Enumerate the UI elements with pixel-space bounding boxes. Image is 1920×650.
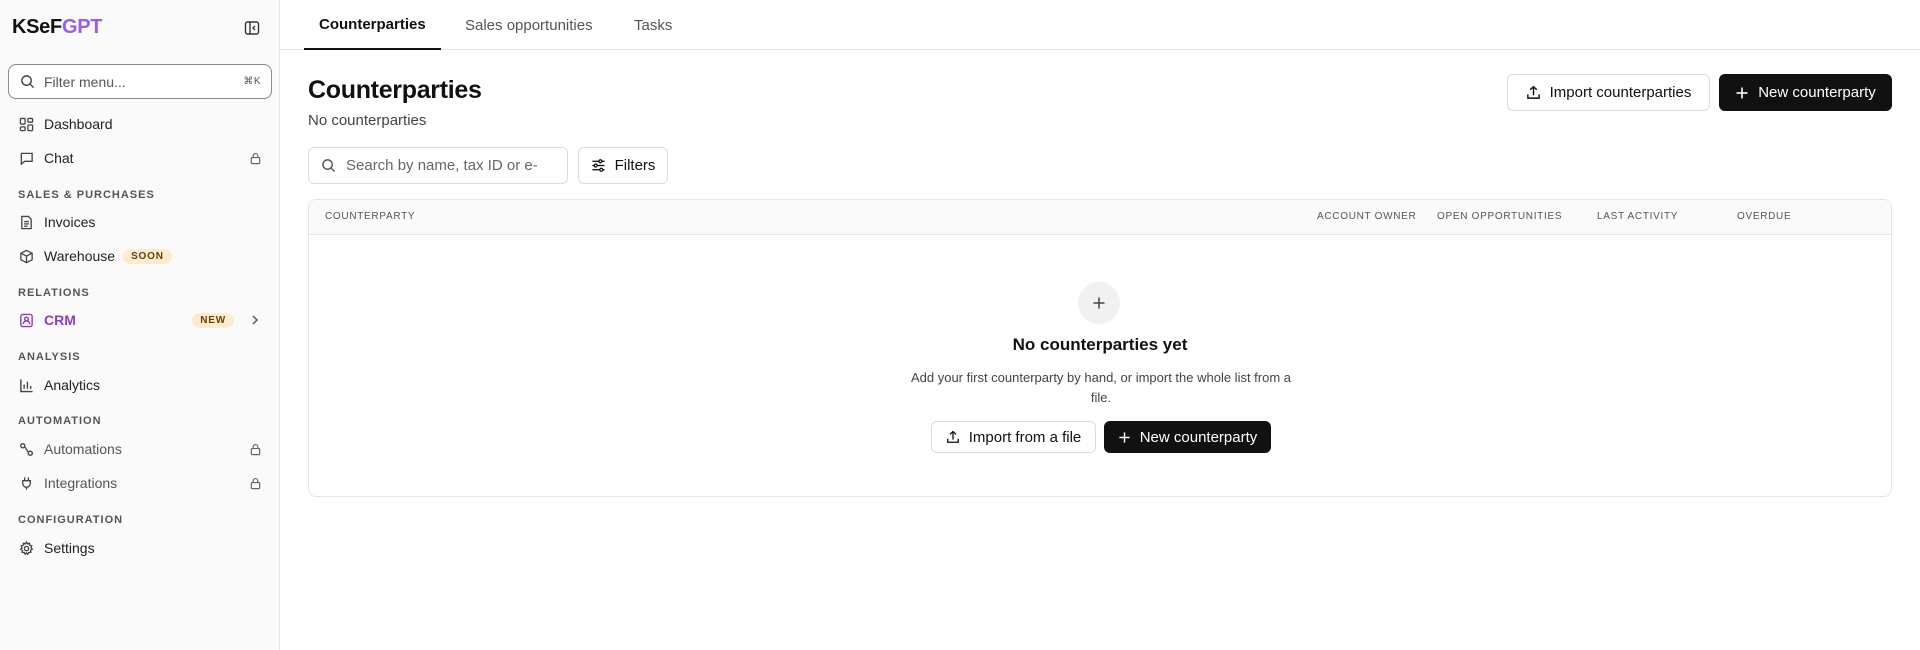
column-last-activity[interactable]: LAST ACTIVITY [1597, 211, 1678, 222]
contact-icon [18, 312, 34, 328]
sidebar-item-integrations[interactable]: Integrations [8, 468, 272, 498]
filter-menu-field[interactable]: ⌘K [8, 64, 272, 99]
new-badge: NEW [192, 312, 234, 328]
grid-icon [18, 116, 34, 132]
column-open-opportunities[interactable]: OPEN OPPORTUNITIES [1437, 211, 1562, 222]
empty-state-title: No counterparties yet [1012, 335, 1188, 354]
bar-chart-icon [18, 377, 34, 393]
section-automation: AUTOMATION [18, 415, 102, 427]
upload-icon [946, 430, 960, 444]
tab-tasks[interactable]: Tasks [633, 0, 673, 50]
new-counterparty-button[interactable]: New counterparty [1719, 74, 1892, 111]
column-overdue[interactable]: OVERDUE [1737, 211, 1791, 222]
page-subtitle: No counterparties [308, 112, 427, 129]
column-counterparty[interactable]: COUNTERPARTY [325, 211, 415, 222]
workflow-icon [18, 441, 34, 457]
import-from-file-label: Import from a file [968, 428, 1082, 446]
document-icon [18, 214, 34, 230]
search-icon [321, 158, 336, 173]
tab-sales-opportunities[interactable]: Sales opportunities [464, 0, 594, 50]
sidebar-item-crm[interactable]: CRM NEW [8, 305, 272, 335]
sidebar-item-label: Integrations [44, 475, 118, 491]
filter-menu-input[interactable] [44, 73, 244, 90]
empty-new-counterparty-label: New counterparty [1139, 428, 1258, 446]
plus-icon [1735, 86, 1749, 100]
search-icon [20, 74, 35, 89]
section-analysis: ANALYSIS [18, 351, 81, 363]
sidebar-item-label: Automations [44, 441, 122, 457]
sidebar-item-label: Dashboard [44, 116, 113, 132]
lock-icon [249, 443, 262, 456]
gear-icon [18, 540, 34, 556]
table-header: COUNTERPARTY ACCOUNT OWNER OPEN OPPORTUN… [309, 200, 1891, 235]
plus-icon [1118, 431, 1131, 444]
sidebar-item-automations[interactable]: Automations [8, 434, 272, 464]
section-configuration: CONFIGURATION [18, 514, 124, 526]
sidebar-item-dashboard[interactable]: Dashboard [8, 109, 272, 139]
search-field[interactable] [308, 147, 568, 184]
import-from-file-button[interactable]: Import from a file [931, 421, 1096, 453]
sidebar-item-label: Chat [44, 150, 74, 166]
plug-icon [18, 475, 34, 491]
sidebar: KSeFGPT ⌘K Dashboard Chat SALES & PURCHA… [0, 0, 280, 650]
filters-label: Filters [614, 157, 656, 174]
filters-button[interactable]: Filters [578, 147, 668, 184]
new-counterparty-label: New counterparty [1758, 84, 1876, 101]
logo-accent: GPT [61, 16, 103, 38]
sidebar-item-analytics[interactable]: Analytics [8, 370, 272, 400]
lock-icon [249, 152, 262, 165]
sidebar-item-settings[interactable]: Settings [8, 533, 272, 563]
box-icon [18, 248, 34, 264]
sidebar-item-label: CRM [44, 312, 76, 328]
filter-shortcut: ⌘K [243, 76, 261, 87]
sidebar-item-label: Settings [44, 540, 95, 556]
section-relations: RELATIONS [18, 287, 90, 299]
section-sales-purchases: SALES & PURCHASES [18, 189, 155, 201]
app-logo[interactable]: KSeFGPT [12, 16, 102, 39]
sidebar-item-label: Invoices [44, 214, 96, 230]
empty-state-plus-icon [1078, 282, 1120, 324]
sidebar-item-invoices[interactable]: Invoices [8, 207, 272, 237]
tab-counterparties[interactable]: Counterparties [304, 0, 441, 50]
sidebar-item-label: Analytics [44, 377, 101, 393]
chevron-right-icon [248, 313, 262, 327]
empty-state-description: Add your first counterparty by hand, or … [910, 370, 1292, 405]
sidebar-collapse-button[interactable] [242, 18, 262, 38]
empty-new-counterparty-button[interactable]: New counterparty [1104, 421, 1271, 453]
sliders-icon [591, 158, 606, 173]
logo-main: KSeF [12, 16, 62, 38]
sidebar-item-warehouse[interactable]: Warehouse SOON [8, 241, 272, 271]
upload-icon [1526, 85, 1541, 100]
lock-icon [249, 477, 262, 490]
import-counterparties-button[interactable]: Import counterparties [1507, 74, 1710, 111]
sidebar-item-chat[interactable]: Chat [8, 143, 272, 173]
import-counterparties-label: Import counterparties [1549, 84, 1692, 101]
tab-bar: Counterparties Sales opportunities Tasks [280, 0, 1920, 50]
counterparties-table: COUNTERPARTY ACCOUNT OWNER OPEN OPPORTUN… [308, 199, 1892, 497]
search-input[interactable] [346, 157, 555, 174]
sidebar-item-label: Warehouse [44, 248, 116, 264]
sidebar-toggle-icon [244, 21, 260, 35]
chat-icon [18, 150, 34, 166]
soon-badge: SOON [123, 248, 172, 264]
page-title: Counterparties [308, 76, 482, 104]
column-account-owner[interactable]: ACCOUNT OWNER [1317, 211, 1416, 222]
